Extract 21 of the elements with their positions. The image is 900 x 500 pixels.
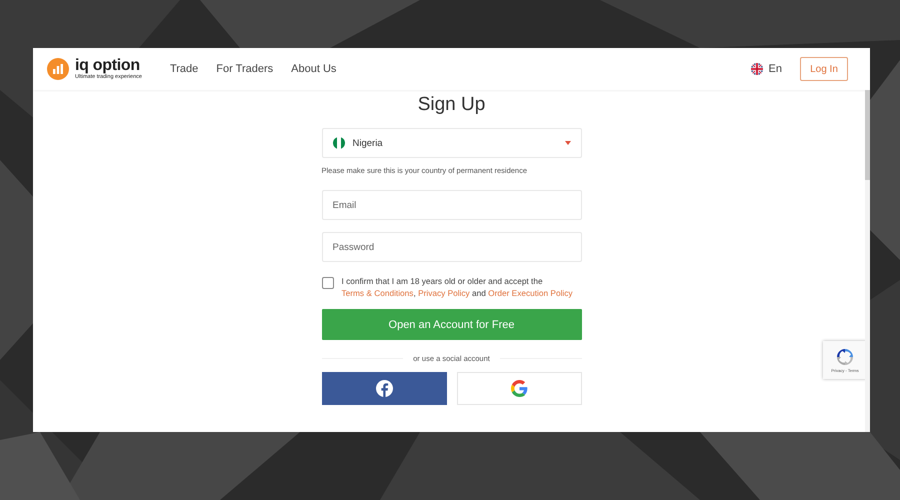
flag-icon — [750, 63, 763, 75]
google-icon — [510, 380, 528, 397]
language-label[interactable]: En — [768, 63, 782, 75]
caret-icon — [564, 141, 570, 145]
input-field[interactable]: Password — [322, 232, 582, 262]
input-field[interactable]: Email — [322, 190, 582, 220]
country-select[interactable]: Nigeria — [322, 128, 582, 158]
google-button[interactable] — [456, 372, 582, 405]
consent-checkbox[interactable] — [322, 277, 334, 289]
facebook-button[interactable] — [322, 372, 446, 405]
recaptcha-icon — [836, 348, 854, 366]
logo-icon — [47, 58, 69, 80]
nav-link[interactable]: About Us — [291, 63, 336, 75]
logo-name: iq option — [75, 58, 141, 74]
consent-text: I confirm that I am 18 years old or older and accept the Terms & Conditions, Privacy Policy and Order Execution Policy — [342, 276, 574, 299]
nav-link[interactable]: Trade — [170, 63, 198, 75]
page-title: Sign Up — [418, 94, 486, 116]
nav-link[interactable]: For Traders — [216, 63, 274, 75]
facebook-icon — [376, 380, 392, 397]
scrollbar[interactable] — [865, 90, 870, 432]
flag-icon — [332, 137, 344, 149]
